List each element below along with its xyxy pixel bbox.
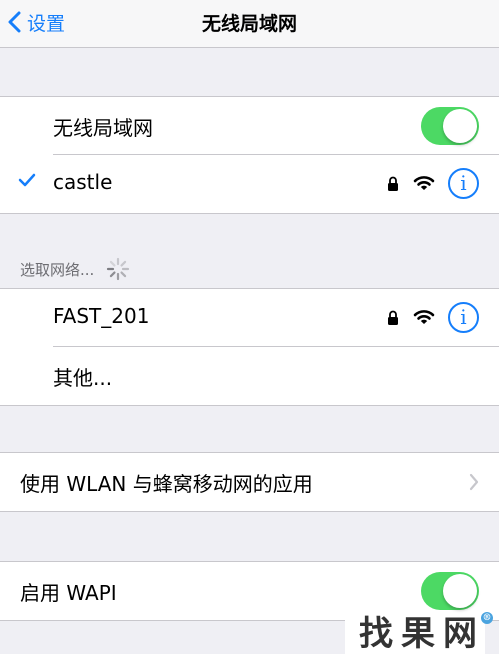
toggle-knob <box>443 574 477 608</box>
page-title: 无线局域网 <box>201 13 297 35</box>
app-access-label: 使用 WLAN 与蜂窝移动网的应用 <box>20 472 313 496</box>
lock-icon <box>388 310 398 325</box>
choose-network-header: 选取网络... <box>20 257 130 281</box>
watermark-text: 找果网 <box>359 614 485 654</box>
wapi-row: 启用 WAPI <box>0 562 499 620</box>
wifi-icon <box>413 310 435 324</box>
info-icon[interactable]: i <box>448 168 479 199</box>
checkmark-icon <box>18 173 36 187</box>
app-access-row[interactable]: 使用 WLAN 与蜂窝移动网的应用 <box>0 453 499 511</box>
wifi-icon <box>413 176 435 190</box>
registered-mark: ® <box>481 612 493 624</box>
networks-group: FAST_201 i 其他... <box>0 288 499 406</box>
wlan-group: 无线局域网 castle i <box>0 96 499 214</box>
navigation-bar: 设置 无线局域网 <box>0 0 499 48</box>
app-access-group: 使用 WLAN 与蜂窝移动网的应用 <box>0 452 499 512</box>
other-network-row[interactable]: 其他... <box>0 347 499 405</box>
network-name: FAST_201 <box>53 304 150 328</box>
lock-icon <box>388 176 398 191</box>
connected-network-name: castle <box>53 170 113 194</box>
wapi-label: 启用 WAPI <box>20 581 117 605</box>
chevron-right-icon <box>469 473 479 491</box>
wlan-toggle-row: 无线局域网 <box>0 97 499 155</box>
connected-network-row[interactable]: castle i <box>0 155 499 213</box>
wapi-toggle-switch[interactable] <box>421 572 479 610</box>
info-icon[interactable]: i <box>448 302 479 333</box>
wlan-toggle-label: 无线局域网 <box>53 116 153 140</box>
network-row-fast-201[interactable]: FAST_201 i <box>0 289 499 347</box>
section-header-label: 选取网络... <box>20 260 95 279</box>
wlan-toggle-switch[interactable] <box>421 107 479 145</box>
spinner-icon <box>107 257 130 281</box>
toggle-knob <box>443 109 477 143</box>
wapi-group: 启用 WAPI <box>0 561 499 621</box>
watermark-logo: 找果网 ® <box>345 612 493 654</box>
other-network-label: 其他... <box>53 366 113 390</box>
